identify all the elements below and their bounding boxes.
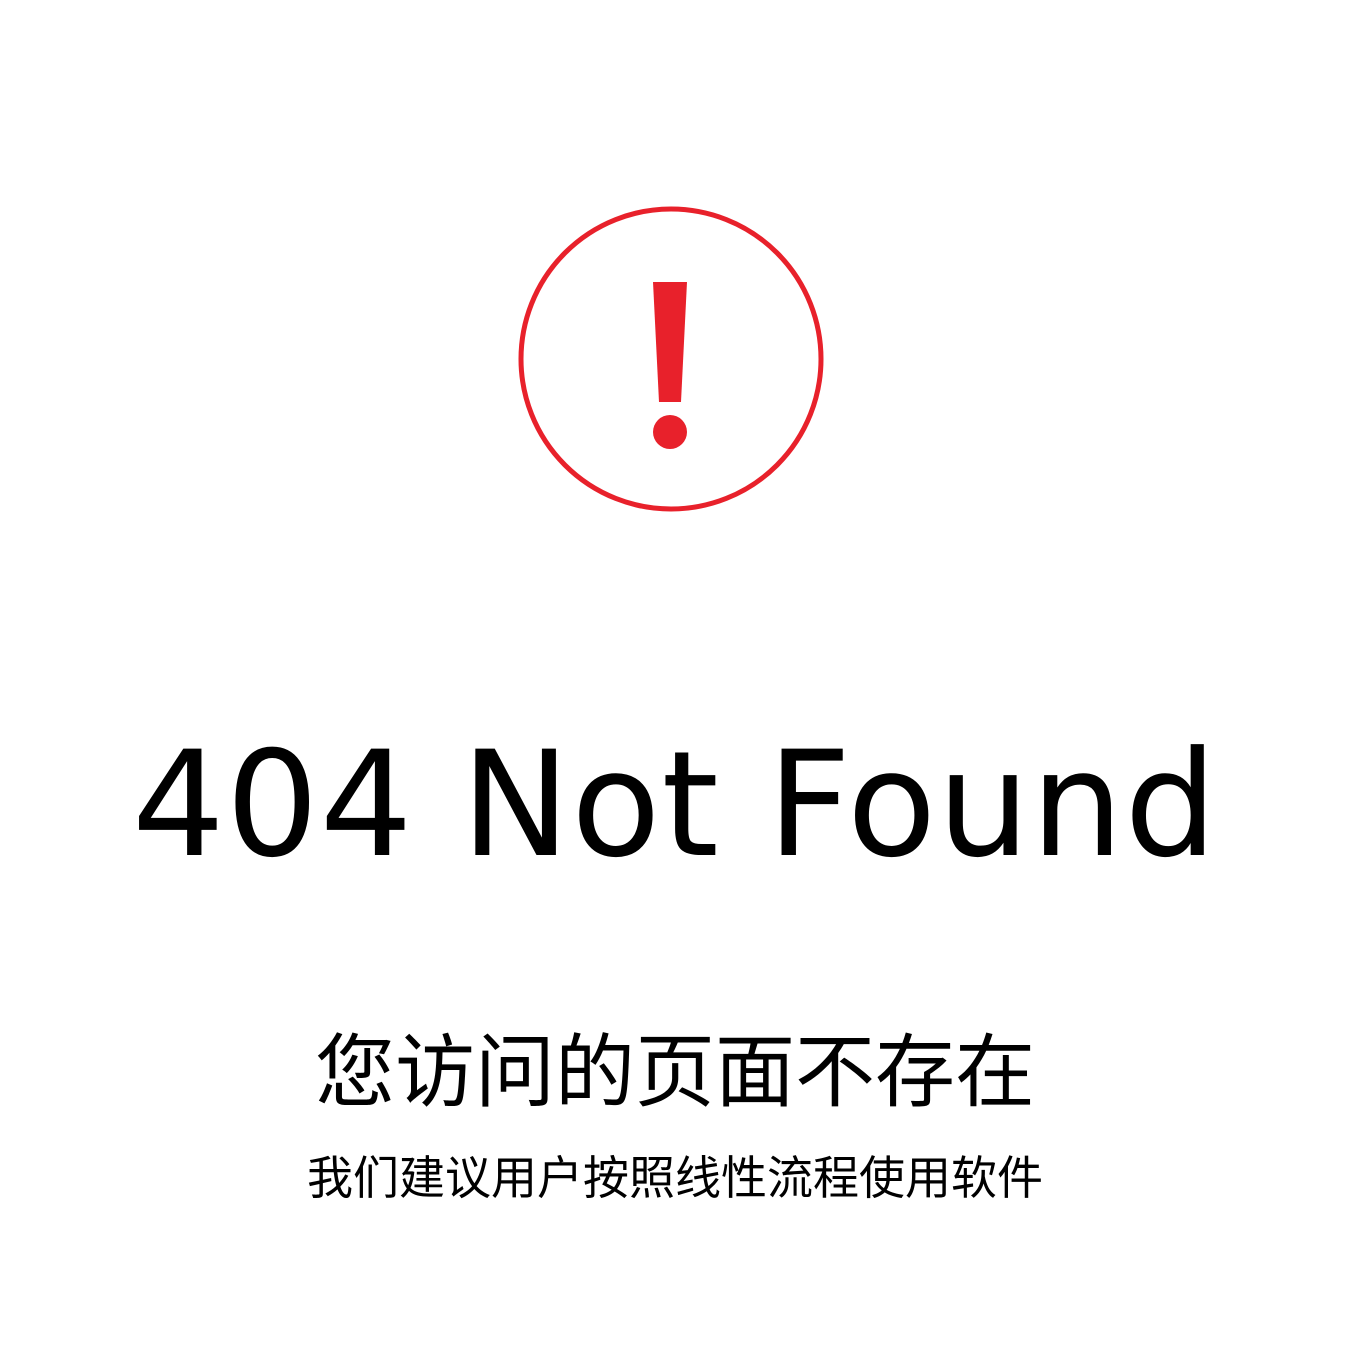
error-message: 您访问的页面不存在 (315, 1026, 1035, 1119)
exclamation-bar (653, 282, 687, 402)
alert-circle-icon (517, 205, 825, 513)
error-title: 404 Not Found (131, 720, 1219, 890)
exclamation-circle-icon (518, 206, 824, 512)
exclamation-dot (653, 415, 687, 449)
error-hint: 我们建议用户按照线性流程使用软件 (307, 1151, 1043, 1205)
